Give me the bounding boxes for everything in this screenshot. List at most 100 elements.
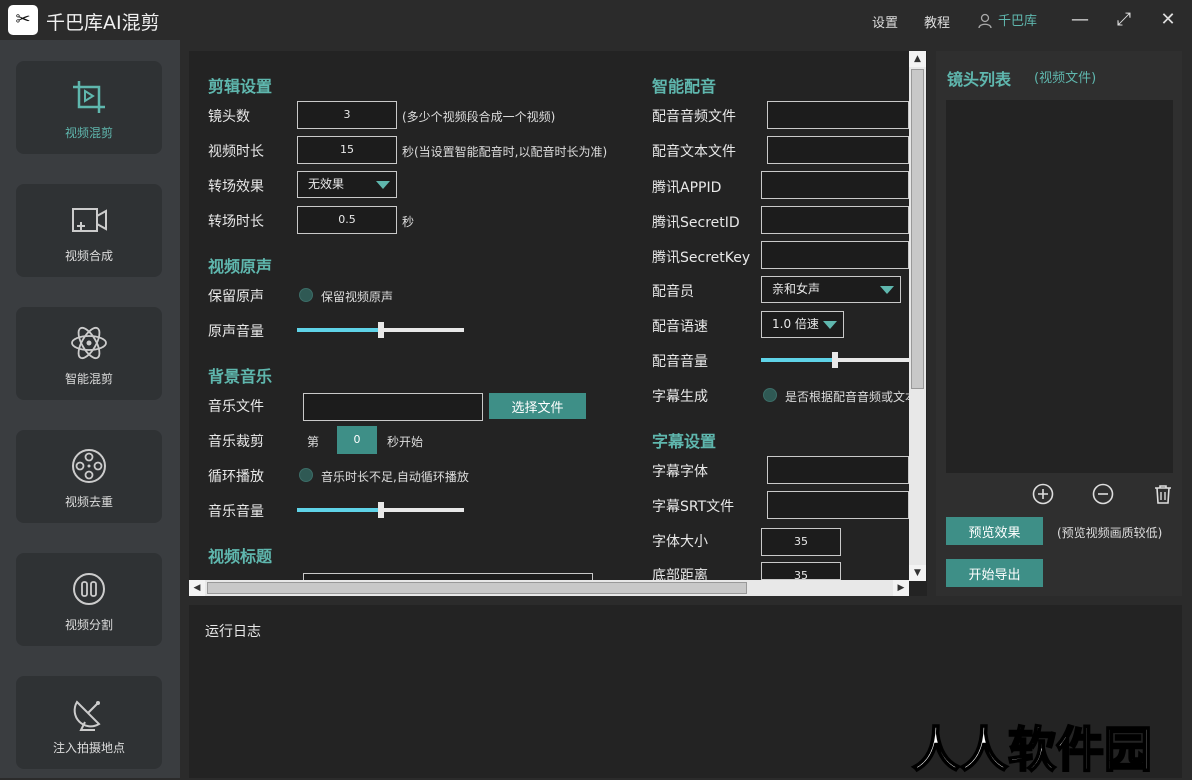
music-volume-slider[interactable]: [297, 502, 464, 518]
loop-radio[interactable]: [299, 468, 313, 482]
music-trim-label: 音乐裁剪: [208, 434, 264, 450]
split-icon: [73, 573, 105, 605]
satellite-dish-icon: [73, 700, 101, 731]
subtitle-gen-radio[interactable]: [763, 388, 777, 402]
bottom-distance-input[interactable]: 35: [761, 562, 841, 580]
lens-count-label: 镜头数: [208, 109, 250, 125]
nav-smart-mix[interactable]: 智能混剪: [16, 307, 162, 400]
horizontal-scroll-thumb[interactable]: [207, 582, 747, 594]
scroll-down-icon[interactable]: ▼: [909, 565, 926, 581]
trim-seconds-input[interactable]: 0: [337, 426, 377, 454]
appid-input[interactable]: [761, 171, 909, 199]
loop-label: 循环播放: [208, 469, 264, 485]
nav-label: 注入拍摄地点: [52, 741, 125, 755]
chevron-down-icon: [823, 321, 837, 329]
voice-select[interactable]: 亲和女声: [761, 276, 901, 303]
duration-input[interactable]: 15: [297, 136, 397, 164]
scroll-up-icon[interactable]: ▲: [909, 51, 926, 67]
video-add-icon: [72, 208, 107, 232]
keep-audio-label: 保留原声: [208, 289, 264, 305]
section-title-dubbing: 智能配音: [652, 77, 717, 96]
chevron-down-icon: [880, 286, 894, 294]
loop-option: 音乐时长不足,自动循环播放: [321, 470, 469, 484]
film-reel-icon: [72, 449, 106, 483]
transition-time-unit: 秒: [402, 215, 415, 229]
settings-link[interactable]: 设置: [872, 12, 898, 31]
preview-button[interactable]: 预览效果: [946, 517, 1043, 545]
nav-label: 智能混剪: [64, 372, 113, 386]
atom-icon: [71, 326, 107, 360]
dub-volume-slider[interactable]: [761, 352, 909, 368]
nav-inject-location[interactable]: 注入拍摄地点: [16, 676, 162, 769]
original-volume-slider[interactable]: [297, 322, 464, 338]
keep-audio-option: 保留视频原声: [321, 290, 394, 304]
speed-select[interactable]: 1.0 倍速: [761, 311, 844, 338]
horizontal-scrollbar[interactable]: ◀ ▶: [189, 580, 909, 596]
lens-list-subtitle: (视频文件): [1034, 71, 1097, 86]
scissors-logo-icon: ✂: [8, 5, 38, 35]
close-button[interactable]: ✕: [1158, 10, 1178, 30]
transition-value: 无效果: [308, 177, 345, 191]
trash-icon[interactable]: [1152, 483, 1174, 505]
nav-video-mix[interactable]: 视频混剪: [16, 61, 162, 154]
lens-count-input[interactable]: 3: [297, 101, 397, 129]
scroll-right-icon[interactable]: ▶: [893, 580, 909, 596]
vertical-scrollbar[interactable]: ▲ ▼: [909, 51, 926, 581]
font-size-label: 字体大小: [652, 534, 708, 550]
section-title-video-title: 视频标题: [208, 547, 273, 566]
add-icon[interactable]: [1032, 483, 1054, 505]
lens-count-hint: (多少个视频段合成一个视频): [402, 110, 556, 124]
nav-label: 视频合成: [64, 249, 113, 263]
lens-list[interactable]: [946, 100, 1173, 473]
section-title-edit: 剪辑设置: [208, 77, 273, 96]
user-icon: [978, 13, 992, 29]
keep-audio-radio[interactable]: [299, 288, 313, 302]
app-title: 千巴库AI混剪: [46, 12, 160, 34]
transition-select[interactable]: 无效果: [297, 171, 397, 198]
duration-label: 视频时长: [208, 144, 264, 160]
srt-file-label: 字幕SRT文件: [652, 499, 735, 515]
remove-icon[interactable]: [1092, 483, 1114, 505]
nav-video-dedup[interactable]: 视频去重: [16, 430, 162, 523]
maximize-button[interactable]: ⤢: [1114, 10, 1134, 30]
scroll-left-icon[interactable]: ◀: [189, 580, 205, 596]
vertical-scroll-thumb[interactable]: [911, 69, 924, 389]
transition-time-input[interactable]: 0.5: [297, 206, 397, 234]
nav-label: 视频混剪: [64, 126, 113, 140]
duration-hint: 秒(当设置智能配音时,以配音时长为准): [402, 145, 608, 159]
music-file-input[interactable]: [303, 393, 483, 421]
user-account[interactable]: 千巴库: [978, 10, 1037, 29]
secretkey-label: 腾讯SecretKey: [652, 250, 751, 266]
nav-video-compose[interactable]: 视频合成: [16, 184, 162, 277]
dub-text-input[interactable]: [767, 136, 909, 164]
choose-file-button[interactable]: 选择文件: [489, 393, 586, 419]
subtitle-font-input[interactable]: [767, 456, 909, 484]
secretkey-input[interactable]: [761, 241, 909, 269]
secretid-input[interactable]: [761, 206, 909, 234]
nav-video-split[interactable]: 视频分割: [16, 553, 162, 646]
srt-file-input[interactable]: [767, 491, 909, 519]
minimize-button[interactable]: —: [1070, 10, 1090, 30]
speed-value: 1.0 倍速: [772, 317, 819, 331]
title-bar: ✂ 千巴库AI混剪 设置 教程 千巴库 — ⤢ ✕: [0, 0, 1192, 40]
export-button[interactable]: 开始导出: [946, 559, 1043, 587]
tutorial-link[interactable]: 教程: [924, 12, 950, 31]
trim-suffix: 秒开始: [387, 435, 424, 449]
dub-audio-label: 配音音频文件: [652, 109, 736, 125]
secretid-label: 腾讯SecretID: [652, 215, 740, 231]
font-size-input[interactable]: 35: [761, 528, 841, 556]
subtitle-gen-option: 是否根据配音音频或文本: [785, 390, 909, 404]
trim-prefix: 第: [307, 435, 320, 449]
preview-hint: (预览视频画质较低): [1057, 526, 1163, 540]
speed-label: 配音语速: [652, 319, 708, 335]
voice-label: 配音员: [652, 284, 694, 300]
dub-audio-input[interactable]: [767, 101, 909, 129]
chevron-down-icon: [376, 181, 390, 189]
user-name: 千巴库: [998, 14, 1038, 29]
crop-play-icon: [73, 81, 105, 113]
original-volume-label: 原声音量: [208, 324, 264, 340]
nav-label: 视频分割: [64, 618, 113, 632]
lens-list-title: 镜头列表: [947, 70, 1012, 89]
section-title-subtitle: 字幕设置: [652, 432, 717, 451]
subtitle-font-label: 字幕字体: [652, 464, 708, 480]
